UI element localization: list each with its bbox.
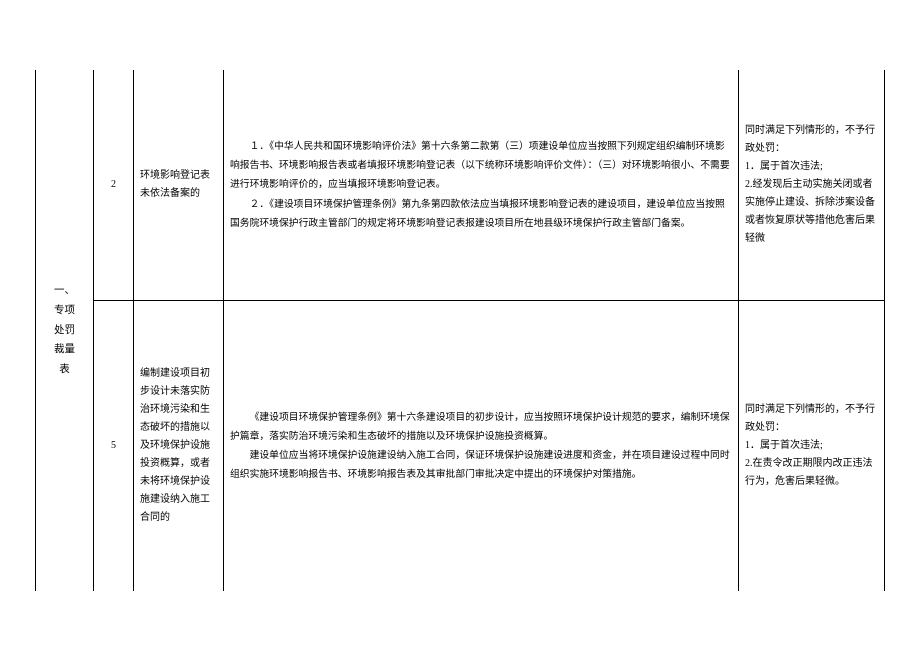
penalty-table: 一、专项处罚裁量表 2 环境影响登记表未依法备案的 １．《中华人民共和国环境影响… xyxy=(35,70,885,591)
cond-item: 2.经发现后主动实施关闭或者实施停止建设、拆除涉案设备或者恢复原状等措他危害后果… xyxy=(745,176,878,248)
cond-item: 2.在责令改正期限内改正违法行为，危害后果轻微。 xyxy=(745,455,878,491)
body-para: ２．《建设项目环境保护管理条例》第九条第四款依法应当填报环境影响登记表的建设项目… xyxy=(230,195,732,233)
body-para: １．《中华人民共和国环境影响评价法》第十六条第二款第（三）项建设单位应当按照下列… xyxy=(230,137,732,194)
table-row: 5 编制建设项目初步设计未落实防治环境污染和生态破坏的措施以及环境保护设施投资概… xyxy=(36,301,885,591)
body-para: 《建设项目环境保护管理条例》第十六条建设项目的初步设计，应当按照环境保护设计规范… xyxy=(230,408,732,446)
body-para: 建设单位应当将环境保护设施建设纳入施工合同，保证环境保护设施建设进度和资金，并在… xyxy=(230,446,732,484)
cond-header: 同时满足下列情形的，不予行政处罚： xyxy=(745,122,878,158)
violation-cell: 编制建设项目初步设计未落实防治环境污染和生态破坏的措施以及环境保护设施投资概算，… xyxy=(134,301,224,591)
violation-cell: 环境影响登记表未依法备案的 xyxy=(134,70,224,301)
cond-item: 1．属于首次违法; xyxy=(745,158,878,176)
condition-cell: 同时满足下列情形的，不予行政处罚： 1．属于首次违法; 2.在责令改正期限内改正… xyxy=(739,301,885,591)
section-cell: 一、专项处罚裁量表 xyxy=(36,70,94,591)
table-row: 一、专项处罚裁量表 2 环境影响登记表未依法备案的 １．《中华人民共和国环境影响… xyxy=(36,70,885,301)
cond-item: 1．属于首次违法; xyxy=(745,437,878,455)
row-number: 2 xyxy=(94,70,134,301)
row-number: 5 xyxy=(94,301,134,591)
section-label: 一、专项处罚裁量表 xyxy=(42,281,87,381)
cond-header: 同时满足下列情形的，不予行政处罚： xyxy=(745,401,878,437)
body-cell: １．《中华人民共和国环境影响评价法》第十六条第二款第（三）项建设单位应当按照下列… xyxy=(224,70,739,301)
body-cell: 《建设项目环境保护管理条例》第十六条建设项目的初步设计，应当按照环境保护设计规范… xyxy=(224,301,739,591)
condition-cell: 同时满足下列情形的，不予行政处罚： 1．属于首次违法; 2.经发现后主动实施关闭… xyxy=(739,70,885,301)
